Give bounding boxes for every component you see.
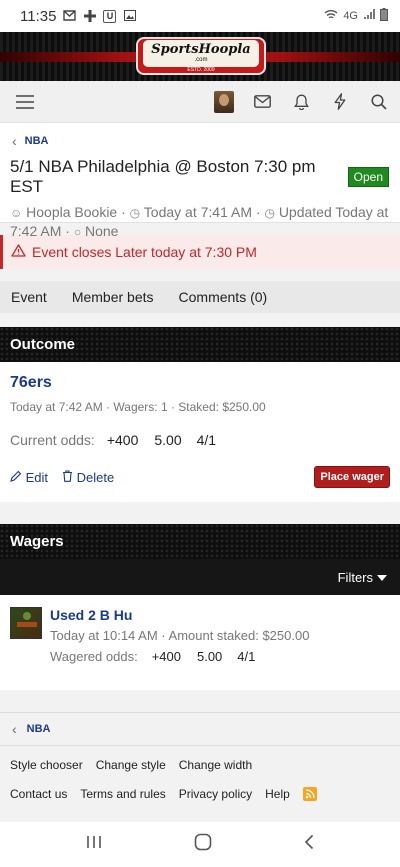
wager-user-avatar[interactable]: [10, 607, 42, 639]
odds-label: Current odds:: [10, 432, 95, 448]
battery-icon: [380, 8, 388, 24]
thread-updated-time: 7:42 AM: [10, 223, 62, 239]
footer-change-width[interactable]: Change width: [179, 758, 252, 772]
wager-row: Used 2 B Hu Today at 10:14 AM · Amount s…: [0, 595, 400, 690]
nav-bar: [0, 81, 400, 123]
delete-button[interactable]: Delete: [62, 470, 114, 485]
status-bar: 11:35 U 4G: [0, 0, 400, 32]
wager-odds-decimal: 5.00: [196, 649, 223, 664]
breadcrumb[interactable]: ‹ NBA: [12, 133, 390, 149]
search-icon[interactable]: [368, 91, 390, 113]
footer-style-chooser[interactable]: Style chooser: [10, 758, 83, 772]
network-type: 4G: [343, 10, 358, 22]
site-banner: SportsHoopla .com ESTD. 2009: [0, 32, 400, 81]
thread-tags: None: [84, 223, 119, 239]
trash-icon: [63, 469, 73, 482]
clock-icon: ◷: [129, 206, 141, 220]
alert-text: Event closes Later today at 7:30 PM: [32, 244, 257, 260]
warning-icon: [11, 244, 26, 260]
filters-button[interactable]: Filters: [338, 570, 373, 585]
chevron-left-icon: ‹: [12, 133, 17, 149]
tag-icon: ○: [73, 225, 82, 239]
tab-bar: Event Member bets Comments (0): [0, 281, 400, 313]
pencil-icon: [10, 470, 22, 482]
user-avatar[interactable]: [214, 90, 234, 113]
edit-button[interactable]: Edit: [10, 470, 48, 485]
wager-user-name[interactable]: Used 2 B Hu: [50, 607, 309, 623]
footer-privacy[interactable]: Privacy policy: [179, 787, 252, 801]
breadcrumb-label[interactable]: NBA: [25, 135, 49, 147]
odds-american: +400: [106, 432, 139, 448]
thread-created[interactable]: Today at 7:41 AM: [144, 204, 252, 220]
status-badge: Open: [347, 167, 389, 187]
logo-name: SportsHoopla: [151, 41, 251, 57]
status-time: 11:35: [20, 7, 57, 25]
home-icon[interactable]: [194, 833, 212, 856]
delete-label: Delete: [76, 469, 115, 485]
outcome-actions: Edit Delete Place wager: [10, 466, 390, 488]
recent-apps-icon[interactable]: [86, 834, 102, 855]
wager-odds-fractional: 4/1: [237, 649, 256, 664]
logo-plate: SportsHoopla .com: [143, 39, 259, 67]
rss-icon[interactable]: [302, 787, 317, 801]
wifi-icon: [324, 9, 338, 23]
tab-comments[interactable]: Comments (0): [179, 289, 268, 305]
logo-established: ESTD. 2009: [187, 66, 215, 73]
mail-notification-icon: [63, 10, 77, 22]
thread-header: ‹ NBA 5/1 NBA Philadelphia @ Boston 7:30…: [0, 123, 400, 239]
user-icon: ☺: [10, 206, 23, 220]
outcome-card: 76ers Today at 7:42 AM · Wagers: 1 · Sta…: [0, 362, 400, 502]
outcome-team[interactable]: 76ers: [10, 374, 390, 392]
separator: ·: [121, 204, 126, 220]
whats-new-bolt-icon[interactable]: [329, 91, 351, 113]
wagers-block: Wagers Filters Used 2 B Hu Today at 10:1…: [0, 524, 400, 690]
separator: ·: [65, 223, 70, 239]
tab-member-bets[interactable]: Member bets: [72, 289, 154, 305]
site-logo[interactable]: SportsHoopla .com ESTD. 2009: [136, 37, 266, 75]
bell-icon[interactable]: [290, 91, 312, 113]
image-notification-icon: [123, 10, 136, 22]
place-wager-button[interactable]: Place wager: [314, 466, 390, 488]
outcome-meta: Today at 7:42 AM · Wagers: 1 · Staked: $…: [10, 400, 266, 414]
footer-contact-us[interactable]: Contact us: [10, 787, 67, 801]
back-icon[interactable]: [304, 834, 314, 855]
screen: { "status_bar": { "time": "11:35", "netw…: [0, 0, 400, 867]
outcome-heading: Outcome: [0, 327, 400, 362]
footer-help[interactable]: Help: [265, 787, 290, 801]
footer-terms[interactable]: Terms and rules: [80, 787, 165, 801]
menu-icon[interactable]: [14, 91, 36, 113]
logo-domain: .com: [194, 56, 208, 63]
wager-odds: Wagered odds: +400 5.00 4/1: [50, 649, 309, 664]
page-title: 5/1 NBA Philadelphia @ Boston 7:30 pm ES…: [10, 157, 316, 196]
clock-icon: ◷: [264, 206, 275, 220]
outcome-block: Outcome 76ers Today at 7:42 AM · Wagers:…: [0, 327, 400, 502]
thread-updated-prefix: Updated Today at: [278, 204, 389, 220]
wager-meta: Today at 10:14 AM · Amount staked: $250.…: [50, 628, 310, 643]
signal-icon: [363, 9, 375, 23]
inbox-icon[interactable]: [251, 91, 273, 113]
breadcrumb-bottom[interactable]: ‹ NBA: [0, 712, 400, 746]
u-app-notification-icon: U: [103, 9, 117, 23]
android-navigation-bar: [0, 822, 400, 867]
tab-event[interactable]: Event: [11, 289, 47, 305]
separator: ·: [255, 204, 261, 220]
wager-odds-label: Wagered odds:: [50, 649, 138, 664]
wager-odds-american: +400: [151, 649, 181, 664]
footer: Style chooser Change style Change width …: [0, 746, 400, 814]
footer-change-style[interactable]: Change style: [96, 758, 166, 772]
odds-fractional: 4/1: [196, 432, 217, 448]
filters-bar: Filters: [0, 559, 400, 595]
thread-author[interactable]: Hoopla Bookie: [26, 204, 117, 220]
chevron-left-icon: ‹: [12, 721, 17, 737]
wagers-heading: Wagers: [0, 524, 400, 559]
odds-decimal: 5.00: [154, 432, 182, 448]
edit-label: Edit: [25, 469, 49, 485]
caret-down-icon[interactable]: [377, 570, 387, 585]
breadcrumb-bottom-label[interactable]: NBA: [27, 723, 51, 735]
game-notification-icon: [83, 10, 96, 22]
outcome-odds: Current odds: +400 5.00 4/1: [10, 432, 390, 448]
